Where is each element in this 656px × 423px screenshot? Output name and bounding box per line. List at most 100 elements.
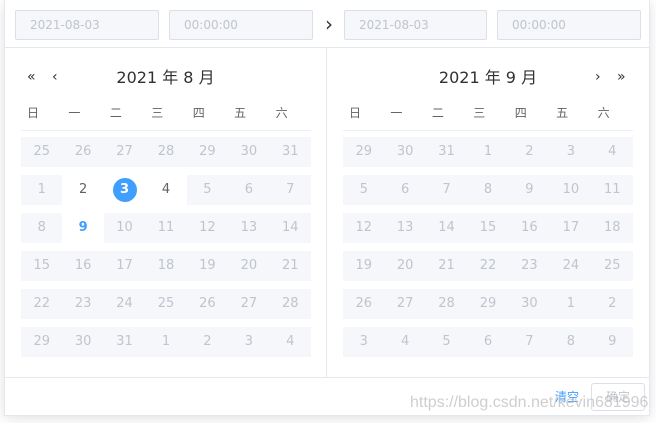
- day-cell: 3: [550, 137, 592, 167]
- day-cell: 24: [103, 289, 146, 319]
- day-cell: 11: [591, 175, 633, 205]
- confirm-button[interactable]: 确定: [591, 383, 645, 411]
- day-cell: 23: [508, 251, 551, 281]
- day-cell: 1: [467, 137, 509, 167]
- day-cell: 20: [228, 251, 270, 281]
- day-cell: 28: [269, 289, 311, 319]
- right-calendar-title: 2021 年 9 月: [438, 68, 538, 87]
- day-cell: 18: [591, 213, 633, 243]
- day-cell: 19: [343, 251, 385, 281]
- day-cell: 25: [591, 251, 633, 281]
- day-cell: 29: [21, 327, 63, 357]
- end-date-input[interactable]: 2021-08-03: [344, 10, 487, 40]
- day-cell: 15: [467, 213, 509, 243]
- day-cell: 1: [145, 327, 187, 357]
- weekday-label: 四: [192, 106, 205, 120]
- selected-day-marker: 3: [112, 178, 137, 202]
- day-cell: 29: [343, 137, 385, 167]
- day-cell: 28: [425, 289, 468, 319]
- day-cell: 14: [269, 213, 311, 243]
- day-cell: 1: [550, 289, 592, 319]
- weekday-label: 五: [234, 106, 247, 120]
- day-cell: 11: [145, 213, 187, 243]
- day-cell: 5: [343, 175, 385, 205]
- day-cell: 4: [591, 137, 633, 167]
- day-cell: 25: [21, 137, 63, 167]
- day-cell: 10: [550, 175, 592, 205]
- day-cell: 3: [228, 327, 270, 357]
- weekday-label: 日: [27, 106, 40, 120]
- day-cell: 14: [425, 213, 468, 243]
- day-cell: 3: [343, 327, 385, 357]
- day-cell[interactable]: 9: [62, 213, 104, 243]
- day-cell: 7: [269, 175, 311, 205]
- day-cell: 24: [550, 251, 592, 281]
- day-cell: 31: [103, 327, 146, 357]
- end-time-input[interactable]: 00:00:00: [497, 10, 641, 40]
- right-day-grid: 29 30 31 1 2 3 4 5 6 7 8 9 10 11 12 13 14 15 16 17 18 19 20 21 2…: [343, 137, 633, 357]
- day-cell: 17: [550, 213, 592, 243]
- day-cell: 1: [21, 175, 63, 205]
- day-cell: 12: [186, 213, 229, 243]
- weekday-label: 六: [597, 106, 610, 120]
- day-cell: 27: [384, 289, 426, 319]
- weekday-label: 三: [151, 106, 164, 120]
- day-cell[interactable]: 3: [103, 175, 146, 205]
- start-time-input[interactable]: 00:00:00: [169, 10, 313, 40]
- day-cell: 27: [103, 137, 146, 167]
- left-calendar-title: 2021 年 8 月: [116, 68, 215, 87]
- left-day-grid: 25 26 27 28 29 30 31 1 2 3 4 5 6 7 8 9 10 11 12 13 14 15 16 17 1…: [21, 137, 311, 357]
- picker-footer: 清空 确定: [5, 377, 649, 415]
- day-cell: 26: [186, 289, 229, 319]
- day-cell: 29: [467, 289, 509, 319]
- day-cell: 12: [343, 213, 385, 243]
- day-cell: 7: [425, 175, 468, 205]
- weekday-header: 日一二三四五六: [21, 100, 311, 131]
- day-cell: 23: [62, 289, 104, 319]
- day-cell: 5: [425, 327, 468, 357]
- day-cell: 8: [550, 327, 592, 357]
- day-cell: 2: [591, 289, 633, 319]
- right-calendar: › » 2021 年 9 月 日一二三四五六 29 30 31 1 2 3 4 5 6 7 8 9 10…: [327, 48, 649, 377]
- weekday-label: 四: [514, 106, 527, 120]
- day-cell: 16: [62, 251, 104, 281]
- day-cell: 22: [21, 289, 63, 319]
- weekday-label: 二: [431, 106, 444, 120]
- weekday-label: 日: [349, 106, 362, 120]
- date-range-picker-panel: 2021-08-03 00:00:00 › 2021-08-03 00:00:0…: [4, 0, 650, 416]
- weekday-label: 五: [556, 106, 569, 120]
- clear-button[interactable]: 清空: [555, 388, 579, 405]
- day-cell: 13: [384, 213, 426, 243]
- day-cell: 30: [508, 289, 551, 319]
- weekday-label: 六: [275, 106, 288, 120]
- day-cell: 8: [21, 213, 63, 243]
- weekday-label: 三: [473, 106, 486, 120]
- day-cell[interactable]: 4: [145, 175, 187, 205]
- start-date-input[interactable]: 2021-08-03: [15, 10, 159, 40]
- day-cell: 4: [269, 327, 311, 357]
- time-header: 2021-08-03 00:00:00 › 2021-08-03 00:00:0…: [5, 0, 649, 48]
- day-cell: 13: [228, 213, 270, 243]
- day-cell: 30: [228, 137, 270, 167]
- day-cell: 9: [591, 327, 633, 357]
- day-cell: 18: [145, 251, 187, 281]
- left-calendar: « ‹ 2021 年 8 月 日一二三四五六 25 26 27 28 29 30 31 1 2 3…: [5, 48, 327, 377]
- day-cell: 25: [145, 289, 187, 319]
- weekday-label: 二: [109, 106, 122, 120]
- weekday-label: 一: [68, 106, 81, 120]
- day-cell: 26: [343, 289, 385, 319]
- day-cell: 22: [467, 251, 509, 281]
- day-cell: 6: [467, 327, 509, 357]
- day-cell: 30: [384, 137, 426, 167]
- day-cell: 20: [384, 251, 426, 281]
- day-cell: 6: [228, 175, 270, 205]
- day-cell: 31: [269, 137, 311, 167]
- day-cell: 29: [186, 137, 229, 167]
- day-cell: 5: [186, 175, 229, 205]
- day-cell: 10: [103, 213, 146, 243]
- day-cell: 17: [103, 251, 146, 281]
- day-cell: 15: [21, 251, 63, 281]
- day-cell: 28: [145, 137, 187, 167]
- day-cell: 7: [508, 327, 551, 357]
- day-cell[interactable]: 2: [62, 175, 104, 205]
